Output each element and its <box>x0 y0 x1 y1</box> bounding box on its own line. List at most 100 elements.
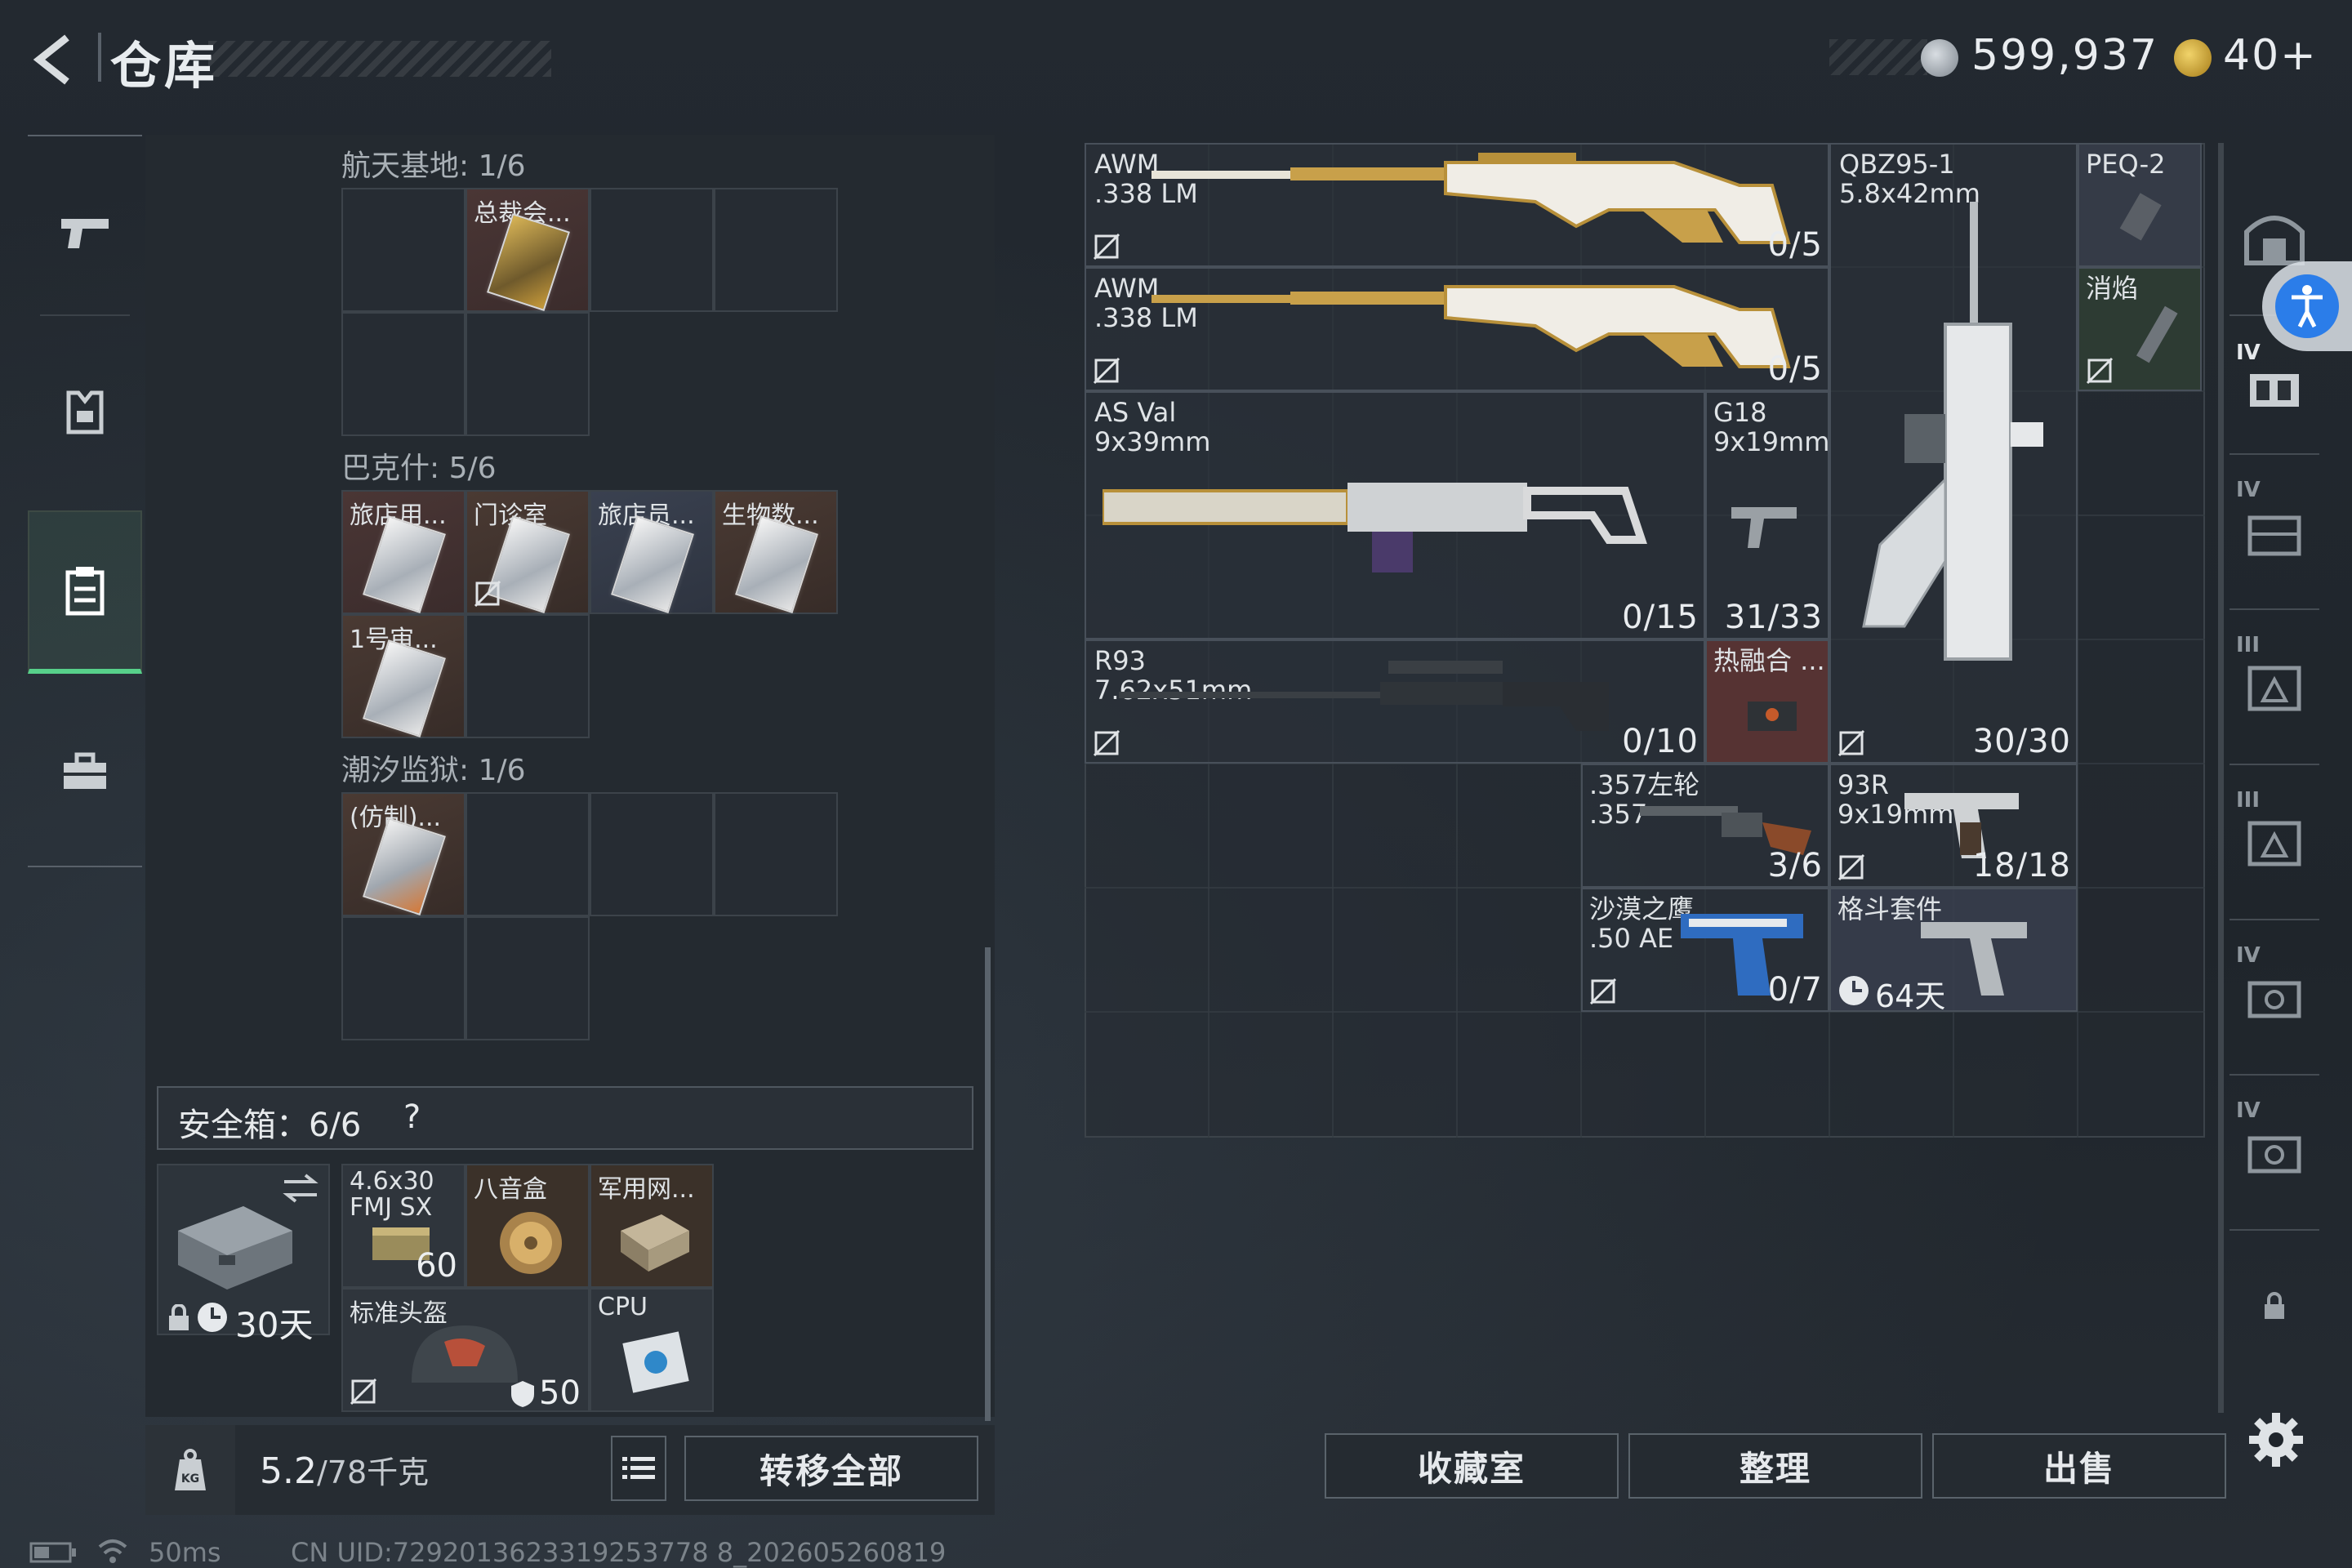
network-device-icon <box>621 1214 689 1272</box>
ammo-count: 18/18 <box>1972 847 2071 884</box>
laser-module-icon <box>2119 193 2162 241</box>
weapon-caliber: .50 AE <box>1589 923 1674 954</box>
attachment-slot-thermal[interactable]: 热融合 ... <box>1705 639 1829 764</box>
weapon-slot-357[interactable]: .357左轮 .357 3/6 <box>1581 764 1829 888</box>
safe-item-slot[interactable]: 八音盒 <box>466 1164 590 1288</box>
settings-gear-icon[interactable] <box>2247 1411 2305 1468</box>
storage-unit-icon <box>2247 981 2301 1018</box>
keycard-slot[interactable]: 生物数... <box>714 490 838 614</box>
pistol-icon <box>61 219 109 248</box>
weapon-slot-awm-1[interactable]: AWM .338 LM 0/5 <box>1085 143 1829 267</box>
weapon-slot-awm-2[interactable]: AWM .338 LM 0/5 <box>1085 267 1829 391</box>
empty-slot[interactable] <box>341 312 466 436</box>
storage-tier-tab-6[interactable]: IV <box>2230 1082 2319 1221</box>
no-trade-icon <box>1838 729 1865 757</box>
safe-item-slot[interactable]: CPU <box>590 1288 714 1412</box>
case-tab[interactable] <box>28 690 142 853</box>
weapon-slot-desert-eagle[interactable]: 沙漠之鹰 .50 AE 0/7 <box>1581 888 1829 1012</box>
accessibility-float[interactable] <box>2262 261 2352 351</box>
equipment-tab[interactable] <box>28 331 142 494</box>
scope-icon <box>1748 702 1797 731</box>
keycard-slot[interactable]: (仿制)... <box>341 792 466 916</box>
safehouse-icon <box>2244 216 2305 265</box>
weapon-slot-qbz95[interactable]: QBZ95-1 5.8x42mm 30/30 <box>1829 143 2078 764</box>
list-view-button[interactable] <box>611 1436 666 1501</box>
page-title: 仓库 <box>110 36 219 96</box>
weapon-slot-r93[interactable]: R93 7.62x51mm 0/10 <box>1085 639 1705 764</box>
weight-kg-icon: KG <box>175 1449 206 1490</box>
keycard-slot[interactable]: 门诊室 <box>466 490 590 614</box>
weapon-slot-as-val[interactable]: AS Val 9x39mm 0/15 <box>1085 391 1705 639</box>
wifi-icon <box>98 1539 127 1563</box>
ammo-count: 3/6 <box>1767 847 1823 884</box>
empty-slot[interactable] <box>466 916 590 1040</box>
gold-coin-icon <box>2174 39 2212 77</box>
list-icon <box>622 1457 655 1479</box>
sell-button[interactable]: 出售 <box>1932 1433 2226 1499</box>
item-label: CPU <box>598 1293 648 1321</box>
back-arrow-icon[interactable] <box>24 31 82 88</box>
keycard-slot[interactable]: 总裁会... <box>466 188 590 312</box>
weapon-slot-93r[interactable]: 93R 9x19mm 18/18 <box>1829 764 2078 888</box>
rifle-icon <box>1102 483 1647 572</box>
tier-label: III <box>2236 633 2261 657</box>
section-title-bakhsh: 巴克什: 5/6 <box>341 452 497 485</box>
safe-item-slot[interactable]: 4.6x30 FMJ SX 60 <box>341 1164 466 1288</box>
weapon-slot-melee-kit[interactable]: 格斗套件 64天 <box>1829 888 2078 1014</box>
empty-slot[interactable] <box>466 614 590 738</box>
keycard-slot[interactable]: 旅店用... <box>341 490 466 614</box>
tier-label: IV <box>2236 943 2261 968</box>
keycard-slot[interactable]: 1号审... <box>341 614 466 738</box>
sort-button[interactable]: 整理 <box>1628 1433 1922 1499</box>
title-stripe <box>208 41 551 77</box>
weapon-name: AWM <box>1094 149 1160 180</box>
empty-slot[interactable] <box>590 188 714 312</box>
clock-icon <box>198 1303 227 1332</box>
storage-tier-tab-2[interactable]: IV <box>2230 461 2319 600</box>
item-label: 4.6x30 FMJ SX <box>350 1167 434 1222</box>
storage-tier-tab-4[interactable]: III <box>2230 772 2319 911</box>
safe-item-slot[interactable]: 军用网... <box>590 1164 714 1288</box>
assault-rifle-icon <box>1862 202 2043 661</box>
currency-gold[interactable]: 40+ <box>2223 31 2318 80</box>
safe-case-slot[interactable]: 30天 <box>157 1164 330 1345</box>
empty-slot[interactable] <box>466 792 590 916</box>
empty-slot[interactable] <box>590 792 714 916</box>
attachment-slot-flash-hider[interactable]: 消焰 <box>2078 267 2202 391</box>
attachment-name: PEQ-2 <box>2086 149 2166 180</box>
muzzle-icon <box>2136 305 2178 363</box>
weapon-name: QBZ95-1 <box>1839 149 1955 180</box>
swap-icon[interactable] <box>281 1172 320 1205</box>
safe-box-help-icon[interactable]: ? <box>403 1098 421 1136</box>
safe-box-title: 安全箱：6/6 <box>178 1107 362 1144</box>
lock-icon <box>2265 1292 2284 1319</box>
storage-tier-tab-3[interactable]: III <box>2230 617 2319 755</box>
right-scrollbar[interactable] <box>2218 143 2224 1413</box>
empty-slot[interactable] <box>714 188 838 312</box>
attachment-slot-peq2[interactable]: PEQ-2 <box>2078 143 2202 267</box>
empty-slot[interactable] <box>714 792 838 916</box>
weapon-name: AWM <box>1094 273 1160 304</box>
weapon-slot-g18[interactable]: G18 9x19mm 31/33 <box>1705 391 1829 639</box>
left-scrollbar[interactable] <box>985 947 991 1421</box>
transfer-all-button[interactable]: 转移全部 <box>684 1436 978 1501</box>
empty-slot[interactable] <box>466 312 590 436</box>
left-nav <box>28 135 142 870</box>
accessibility-icon[interactable] <box>2275 274 2339 338</box>
weight-value: 5.2 <box>260 1450 317 1492</box>
locked-tier-tab[interactable] <box>2230 1237 2319 1376</box>
music-box-icon <box>500 1212 562 1274</box>
safe-item-slot[interactable]: 标准头盔 50 <box>341 1288 590 1412</box>
weapon-name: AS Val <box>1094 397 1177 428</box>
collection-button[interactable]: 收藏室 <box>1325 1433 1619 1499</box>
no-trade-icon <box>1093 729 1120 757</box>
storage-tab[interactable] <box>28 510 142 674</box>
tier-label: III <box>2236 788 2261 813</box>
storage-tier-tab-5[interactable]: IV <box>2230 927 2319 1066</box>
section-title-aerospace: 航天基地: 1/6 <box>341 149 526 183</box>
weapon-tab[interactable] <box>28 151 142 314</box>
empty-slot[interactable] <box>341 916 466 1040</box>
empty-slot[interactable] <box>341 188 466 312</box>
ping-readout: 50ms <box>149 1537 221 1568</box>
keycard-slot[interactable]: 旅店员... <box>590 490 714 614</box>
